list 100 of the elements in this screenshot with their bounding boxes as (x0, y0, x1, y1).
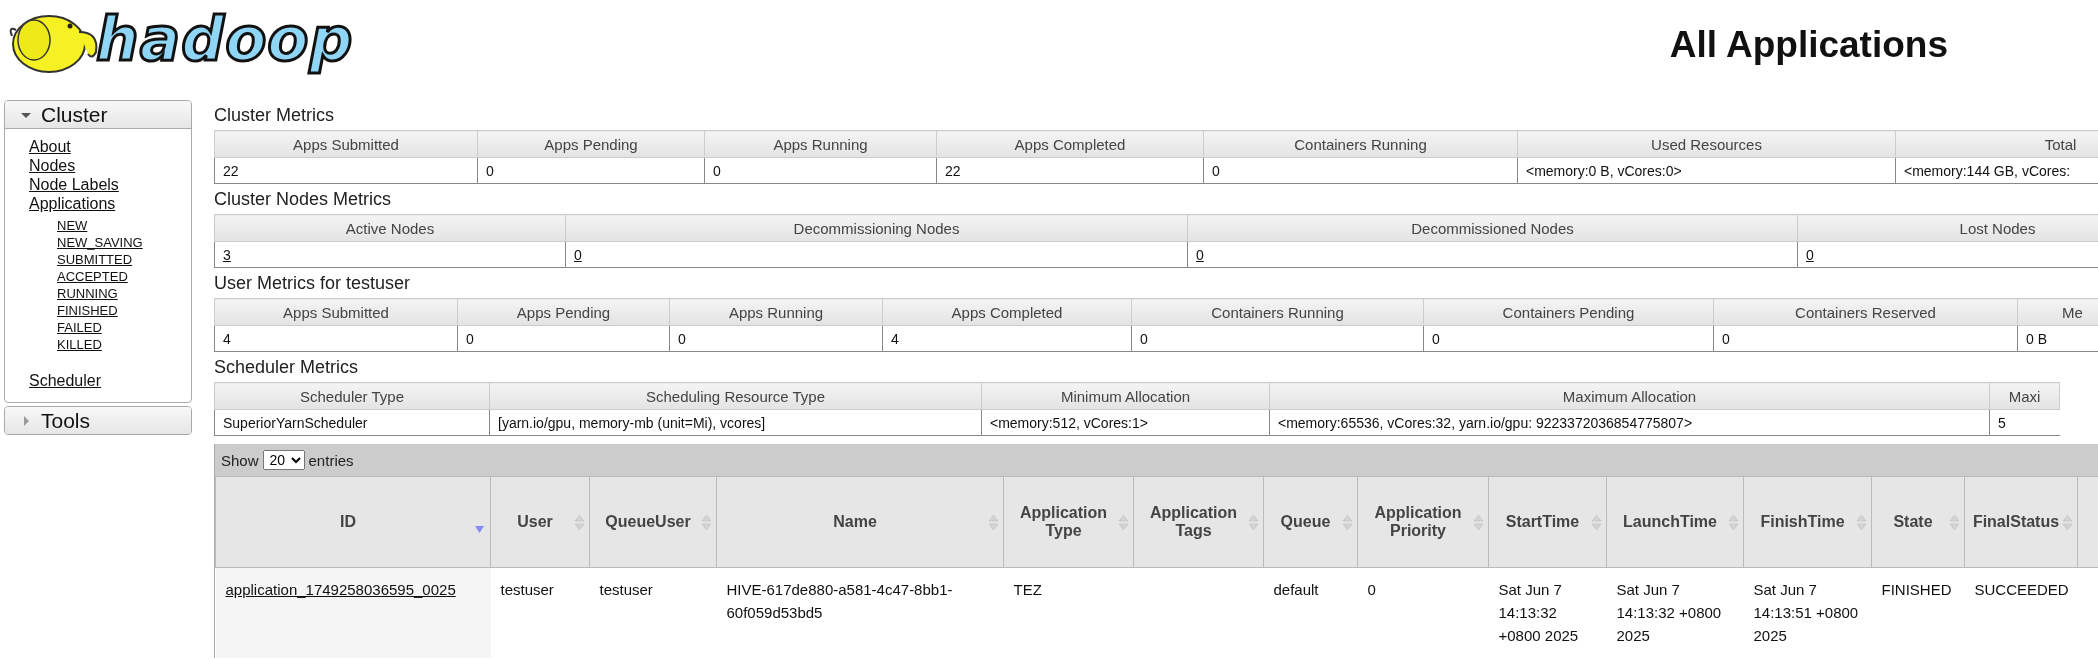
column-header: Apps Running (704, 130, 937, 158)
metric-value: 5 (1998, 414, 2006, 431)
column-header: Maximum Allocation (1269, 382, 1990, 410)
sidebar-section-header[interactable]: Cluster (5, 101, 191, 129)
entries-dropdown[interactable]: 20 (262, 450, 305, 470)
sort-icon (2063, 515, 2072, 530)
sidebar-link[interactable]: Applications (29, 194, 116, 213)
table-cell: default (1273, 581, 1319, 598)
column-header[interactable]: Queue (1263, 476, 1358, 568)
column-header: Containers Running (1203, 130, 1518, 158)
column-header: Apps Completed (936, 130, 1204, 158)
state-filter-link[interactable]: FINISHED (57, 302, 118, 319)
column-header: Me (2017, 298, 2098, 326)
table-cell: SUCCEEDED (1974, 581, 2069, 598)
metric-value: 0 (466, 330, 474, 347)
section-title: User Metrics for testuser (214, 272, 412, 294)
table-cell: 0 (1367, 581, 1376, 598)
sort-icon (1592, 515, 1601, 530)
sort-icon (1950, 515, 1959, 530)
column-header: Scheduling Resource Type (489, 382, 982, 410)
column-header: Used Resources (1517, 130, 1896, 158)
state-filter-link[interactable]: RUNNING (57, 285, 118, 302)
table-cell: FINISHED (1881, 581, 1952, 598)
column-header: Active Nodes (214, 214, 566, 242)
show-label: Show (221, 451, 259, 469)
metric-value: <memory:144 GB, vCores: (1904, 162, 2071, 179)
column-header[interactable]: FinalStatus (1964, 476, 2078, 568)
sidebar-link[interactable]: About (29, 137, 71, 156)
metric-value: 4 (891, 330, 899, 347)
state-filter-link[interactable]: FAILED (57, 319, 102, 336)
column-header: Apps Pending (457, 298, 670, 326)
column-header[interactable]: StartTime (1488, 476, 1607, 568)
state-filter-link[interactable]: NEW (57, 217, 88, 234)
metric-value: 0 (486, 162, 494, 179)
sort-icon (1857, 515, 1866, 530)
column-header: Apps Completed (882, 298, 1132, 326)
sidebar-link[interactable]: Nodes (29, 156, 76, 175)
column-header: Apps Submitted (214, 298, 458, 326)
section-title: Scheduler Metrics (214, 356, 360, 378)
column-header: Containers Running (1131, 298, 1424, 326)
metric-value: <memory:512, vCores:1> (990, 414, 1148, 431)
column-header[interactable]: User (490, 476, 590, 568)
metric-value: 22 (945, 162, 961, 179)
table-cell: Sat Jun 7 14:13:51 +0800 2025 (1753, 581, 1859, 644)
column-header: Containers Pending (1423, 298, 1714, 326)
column-header[interactable]: FinishTime (1743, 476, 1872, 568)
state-filter-link[interactable]: KILLED (57, 336, 102, 353)
metric-value: <memory:65536, vCores:32, yarn.io/gpu: 9223372036854775807> (1278, 414, 1693, 431)
column-header[interactable]: ID (215, 476, 491, 568)
column-header[interactable]: State (1871, 476, 1965, 568)
state-filter-link[interactable]: NEW_SAVING (57, 234, 143, 251)
metric-value: SuperiorYarnScheduler (223, 414, 368, 431)
column-header[interactable]: Name (716, 476, 1004, 568)
metric-value: [yarn.io/gpu, memory-mb (unit=Mi), vcores] (498, 414, 766, 431)
column-header: Apps Submitted (214, 130, 478, 158)
metric-link[interactable]: 0 (574, 246, 582, 263)
sort-icon (702, 515, 711, 530)
table-cell: Sat Jun 7 14:13:32 +0800 2025 (1616, 581, 1722, 644)
column-header[interactable]: QueueUser (589, 476, 717, 568)
state-filter-link[interactable]: SUBMITTED (57, 251, 133, 268)
sort-icon (1474, 515, 1483, 530)
metric-value: 0 (1140, 330, 1148, 347)
sidebar-link[interactable]: Scheduler (29, 371, 102, 390)
table-cell: HIVE-617de880-a581-4c47-8bb1-60f059d53bd5 (726, 581, 953, 621)
section-title: Cluster Metrics (214, 104, 335, 126)
sort-icon (1343, 515, 1352, 530)
sidebar-section-header[interactable]: Tools (5, 407, 191, 434)
table-cell: TEZ (1013, 581, 1042, 598)
column-header: Scheduler Type (214, 382, 490, 410)
state-filter-link[interactable]: ACCEPTED (57, 268, 128, 285)
column-header: Lost Nodes (1797, 214, 2098, 242)
metric-link[interactable]: 0 (1196, 246, 1204, 263)
column-header[interactable]: Application Priority (1357, 476, 1489, 568)
column-header: Maxi (1989, 382, 2060, 410)
column-header: Total (1895, 130, 2098, 158)
sort-icon (1249, 515, 1258, 530)
column-header[interactable]: LaunchTime (1606, 476, 1744, 568)
metric-link[interactable]: 3 (223, 246, 231, 263)
table-cell: testuser (599, 581, 653, 598)
metric-value: 22 (223, 162, 239, 179)
column-header: Apps Running (669, 298, 883, 326)
table-cell: Sat Jun 7 14:13:32 +0800 2025 (1498, 581, 1579, 644)
metric-value: 0 (678, 330, 686, 347)
page-title: All Applications (1669, 24, 1948, 66)
column-header[interactable]: Application Tags (1133, 476, 1264, 568)
sort-icon (575, 515, 584, 530)
sort-icon (1119, 515, 1128, 530)
table-cell: testuser (500, 581, 554, 598)
column-header: Decommissioning Nodes (565, 214, 1188, 242)
metric-value: 0 (1212, 162, 1220, 179)
column-header: Apps Pending (477, 130, 705, 158)
column-header[interactable]: Application Type (1003, 476, 1134, 568)
metric-value: 0 (1722, 330, 1730, 347)
column-header: Minimum Allocation (981, 382, 1270, 410)
section-title: Cluster Nodes Metrics (214, 188, 393, 210)
application-link[interactable]: application_1749258036595_0025 (225, 581, 456, 598)
metric-value: 4 (223, 330, 231, 347)
sidebar-link[interactable]: Node Labels (29, 175, 119, 194)
metric-link[interactable]: 0 (1806, 246, 1814, 263)
metric-value: <memory:0 B, vCores:0> (1526, 162, 1682, 179)
